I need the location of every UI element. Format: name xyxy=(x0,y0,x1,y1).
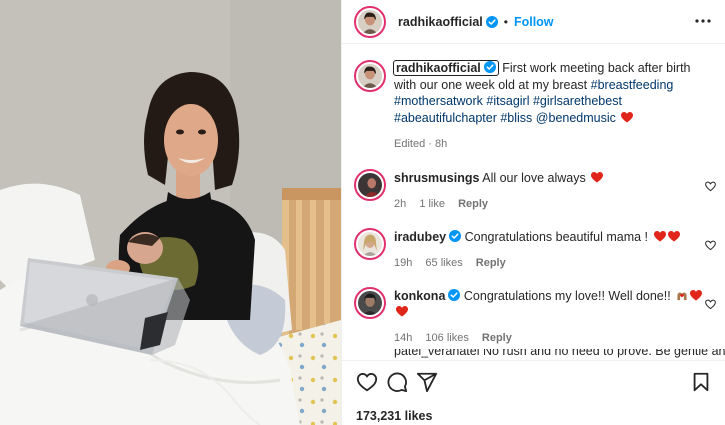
comment-item: shrusmusings All our love always 2h 1 li… xyxy=(354,169,716,212)
caption-username[interactable]: radhikaofficial xyxy=(396,61,481,75)
red-heart-emoji-icon xyxy=(653,231,666,242)
comment-likes[interactable]: 1 like xyxy=(419,198,445,210)
comment-text: All our love always xyxy=(482,171,586,185)
comment-username[interactable]: konkona xyxy=(394,289,445,303)
red-heart-emoji-icon xyxy=(690,290,703,301)
header-separator: • xyxy=(503,14,508,29)
instagram-post-modal: radhikaofficial • Follow radhikaofficial… xyxy=(0,0,725,425)
hands-heart-emoji-icon xyxy=(677,292,687,301)
hashtag-link[interactable]: #itsagirl xyxy=(486,94,529,108)
comment-avatar-image xyxy=(358,173,382,197)
partial-comment-text: patel_veranatel No rush and no need to p… xyxy=(394,349,725,358)
like-comment-heart-icon[interactable] xyxy=(705,181,716,192)
mention-link[interactable]: @benedmusic xyxy=(536,111,616,125)
caption-username-highlight: radhikaofficial xyxy=(393,60,499,76)
save-bookmark-icon[interactable] xyxy=(690,371,712,393)
post-caption: radhikaofficial First work meeting back … xyxy=(354,60,719,153)
comment-time: 19h xyxy=(394,257,413,269)
reply-button[interactable]: Reply xyxy=(476,257,506,269)
post-actions-bar: 173,231 likes xyxy=(342,360,725,425)
comment-username[interactable]: shrusmusings xyxy=(394,171,479,185)
comment-icon[interactable] xyxy=(386,371,408,393)
comment-meta: 2h 1 like Reply xyxy=(394,196,716,212)
comment-meta: 14h 106 likes Reply xyxy=(394,330,716,346)
caption-meta: Edited · 8h xyxy=(394,138,448,150)
reply-button[interactable]: Reply xyxy=(458,198,488,210)
hashtag-link[interactable]: #abeautifulchapter xyxy=(394,111,497,125)
comment-body: shrusmusings All our love always 2h 1 li… xyxy=(394,169,716,212)
comment-meta: 19h 65 likes Reply xyxy=(394,255,716,271)
partial-comment: patel_veranatel No rush and no need to p… xyxy=(354,349,725,359)
comment-avatar[interactable] xyxy=(354,228,386,260)
reply-button[interactable]: Reply xyxy=(482,332,512,344)
likes-count[interactable]: 173,231 likes xyxy=(356,409,432,423)
comment-body: iradubey Congratulations beautiful mama … xyxy=(394,228,716,271)
red-heart-emoji-icon xyxy=(621,111,634,122)
post-photo-illustration xyxy=(0,0,341,425)
author-username[interactable]: radhikaofficial xyxy=(398,15,483,29)
comment-text: Congratulations my love!! Well done!! xyxy=(463,289,671,303)
comment-avatar-image xyxy=(358,232,382,256)
heart-icon[interactable] xyxy=(356,371,378,393)
comment-time: 14h xyxy=(394,332,413,344)
caption-avatar-image xyxy=(358,64,382,88)
comment-avatar[interactable] xyxy=(354,287,386,319)
hashtag-link[interactable]: #girlsarethebest xyxy=(533,94,622,108)
share-icon[interactable] xyxy=(416,371,438,393)
caption-avatar[interactable] xyxy=(354,60,386,92)
post-photo[interactable] xyxy=(0,0,341,425)
comment-body: konkona Congratulations my love!! Well d… xyxy=(394,287,716,346)
comment-username[interactable]: iradubey xyxy=(394,230,446,244)
verified-badge-icon xyxy=(449,230,462,242)
verified-badge-icon xyxy=(485,15,498,28)
post-details-panel: radhikaofficial • Follow radhikaofficial… xyxy=(341,0,725,425)
comment-likes[interactable]: 65 likes xyxy=(425,257,462,269)
like-comment-heart-icon[interactable] xyxy=(705,299,716,310)
red-heart-emoji-icon xyxy=(591,172,604,183)
red-heart-emoji-icon xyxy=(667,231,680,242)
red-heart-emoji-icon xyxy=(396,306,408,317)
comment-avatar-image xyxy=(358,291,382,315)
hashtag-link[interactable]: #breastfeeding xyxy=(591,78,674,92)
author-avatar-image xyxy=(358,9,382,34)
caption-text-block: radhikaofficial First work meeting back … xyxy=(393,60,712,153)
verified-badge-icon xyxy=(483,61,496,73)
comment-item: konkona Congratulations my love!! Well d… xyxy=(354,287,716,346)
author-avatar[interactable] xyxy=(354,5,386,38)
comment-time: 2h xyxy=(394,198,407,210)
hashtag-link[interactable]: #bliss xyxy=(500,111,532,125)
comment-text: Congratulations beautiful mama ! xyxy=(464,230,649,244)
comment-likes[interactable]: 106 likes xyxy=(425,332,468,344)
post-header: radhikaofficial • Follow xyxy=(342,0,725,44)
follow-button[interactable]: Follow xyxy=(514,15,554,29)
comment-item: iradubey Congratulations beautiful mama … xyxy=(354,228,716,271)
comment-avatar[interactable] xyxy=(354,169,386,201)
more-options-icon[interactable] xyxy=(694,14,712,28)
verified-badge-icon xyxy=(448,289,461,301)
hashtag-link[interactable]: #mothersatwork xyxy=(394,94,483,108)
like-comment-heart-icon[interactable] xyxy=(705,240,716,251)
